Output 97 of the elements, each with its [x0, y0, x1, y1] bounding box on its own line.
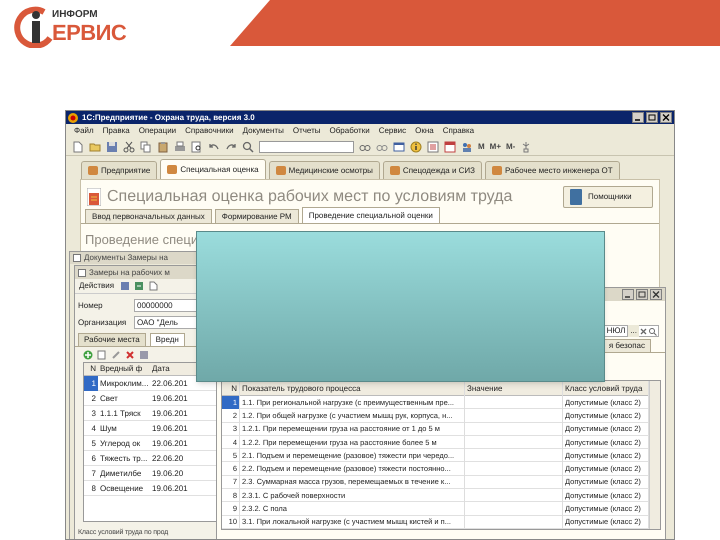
- window-title: 1С:Предприятие - Охрана труда, версия 3.0: [82, 112, 255, 124]
- info-icon[interactable]: [410, 140, 422, 152]
- logo-text: ИНФОРМ: [52, 10, 98, 20]
- menu-item[interactable]: Справочники: [185, 125, 234, 137]
- section-tab[interactable]: Рабочее место инженера ОТ: [485, 161, 620, 179]
- table-cell-text: Свет: [99, 392, 119, 404]
- sub-tab[interactable]: Формирование РМ: [214, 209, 299, 223]
- memory-button[interactable]: M: [478, 140, 485, 152]
- table-cell-text: Микроклим...: [99, 378, 150, 390]
- scissors-icon[interactable]: [123, 140, 135, 152]
- close-icon[interactable]: [650, 289, 662, 300]
- section-tab[interactable]: Предприятие: [81, 161, 158, 179]
- minimize-icon[interactable]: [632, 112, 644, 123]
- menu-item[interactable]: Отчеты: [292, 125, 320, 137]
- table-cell-text: Тяжесть тр...: [99, 452, 148, 465]
- search-icon[interactable]: [648, 326, 657, 336]
- field-label: Номер: [78, 300, 104, 312]
- table-cell-text: 19.06.201: [151, 392, 189, 404]
- section-tab[interactable]: Специальная оценка: [160, 159, 266, 179]
- copy-icon[interactable]: [97, 350, 107, 360]
- maximize-icon[interactable]: [636, 289, 648, 300]
- save-icon[interactable]: [139, 350, 149, 360]
- menu-item[interactable]: Обработки: [330, 125, 370, 137]
- menu-item[interactable]: Правка: [102, 125, 130, 137]
- table-cell-text: 19.06.201: [151, 408, 189, 420]
- tab[interactable]: я безопас: [602, 339, 651, 352]
- tab[interactable]: Вредн: [150, 333, 185, 346]
- page-heading: Специальная оценка рабочих мест по условиям труда: [107, 187, 512, 207]
- clear-icon[interactable]: [639, 326, 648, 336]
- menu-item[interactable]: Справка: [442, 125, 474, 137]
- table-cell-text: 2: [90, 392, 97, 404]
- memory-button[interactable]: M+: [490, 140, 502, 152]
- menu-item[interactable]: Сервис: [378, 125, 406, 137]
- table-cell-text: Диметилбе: [99, 468, 142, 480]
- table-cell-text: 8: [90, 482, 97, 494]
- select-button[interactable]: ...: [627, 325, 639, 337]
- table-cell-text: 4: [90, 422, 97, 434]
- window-icon[interactable]: [393, 140, 405, 152]
- table-cell-text: 6: [90, 452, 97, 464]
- calendar-icon[interactable]: [444, 140, 456, 152]
- table-cell-text: Углерод ок: [99, 438, 142, 450]
- table-cell-text: 3: [90, 408, 97, 420]
- table-cell-text: 19.06.201: [151, 482, 189, 494]
- memory-button[interactable]: M-: [506, 140, 516, 152]
- document-icon[interactable]: [72, 140, 84, 152]
- table-cell-text: Шум: [99, 422, 118, 435]
- copy-icon[interactable]: [140, 140, 152, 152]
- column-header: Вредный ф: [99, 363, 144, 375]
- scrollbar[interactable]: [649, 381, 660, 529]
- menu-item[interactable]: Окна: [415, 125, 434, 137]
- app-logo-icon: [68, 112, 78, 122]
- section-tab[interactable]: Спецодежда и СИЗ: [382, 161, 482, 179]
- tab[interactable]: Рабочие места: [78, 333, 146, 346]
- field-label: Организация: [78, 316, 128, 328]
- search-icon[interactable]: [242, 140, 254, 152]
- table-cell-text: 22.06.20: [151, 452, 184, 464]
- search-field[interactable]: [259, 140, 354, 152]
- menu-item[interactable]: Операции: [138, 125, 176, 137]
- table-cell-text: 1.1.1 Тряск: [99, 408, 142, 420]
- menu-item[interactable]: Документы: [242, 125, 284, 137]
- sub-tab[interactable]: Проведение специальной оценки: [302, 207, 440, 223]
- users-icon[interactable]: [461, 140, 473, 152]
- window-title: Замеры на рабочих м: [89, 266, 170, 278]
- printer-icon[interactable]: [174, 140, 186, 152]
- table-cell-text: 19.06.20: [151, 468, 184, 480]
- add-icon[interactable]: [83, 350, 93, 360]
- sub-tab[interactable]: Ввод первоначальных данных: [85, 209, 212, 223]
- section-tab[interactable]: Медицинские осмотры: [268, 161, 380, 179]
- document-icon: [87, 188, 101, 206]
- table-cell-text: Освещение: [99, 482, 144, 495]
- table-cell-text: 5: [90, 438, 97, 450]
- document-icon[interactable]: [148, 281, 158, 291]
- column-header: Дата: [151, 363, 171, 375]
- input-field[interactable]: НЮЛ ...: [604, 325, 659, 337]
- logo-text: ЕРВИС: [52, 22, 126, 44]
- table-cell-text: 19.06.201: [151, 422, 189, 434]
- table-cell: 1: [84, 376, 98, 390]
- table-cell-text: 19.06.201: [151, 438, 189, 450]
- actions-button[interactable]: Действия: [77, 280, 116, 292]
- window-title: Документы Замеры на: [84, 252, 168, 264]
- minimize-icon[interactable]: [622, 289, 634, 300]
- clipboard-icon[interactable]: [157, 140, 169, 152]
- list-icon[interactable]: [427, 140, 439, 152]
- save-icon[interactable]: [106, 140, 118, 152]
- save-icon[interactable]: [120, 281, 130, 291]
- folder-icon[interactable]: [89, 140, 101, 152]
- maximize-icon[interactable]: [646, 112, 658, 123]
- close-icon[interactable]: [660, 112, 672, 123]
- menu-item[interactable]: Файл: [74, 125, 94, 137]
- pencil-icon[interactable]: [111, 350, 121, 360]
- helpers-button[interactable]: Помощники: [563, 186, 653, 208]
- table-icon[interactable]: [134, 281, 144, 291]
- preview-icon[interactable]: [191, 140, 203, 152]
- delete-icon[interactable]: [125, 350, 135, 360]
- table-cell-text: 7: [90, 468, 97, 480]
- table-cell-text: 22.06.201: [151, 378, 189, 390]
- column-header: N: [89, 363, 97, 375]
